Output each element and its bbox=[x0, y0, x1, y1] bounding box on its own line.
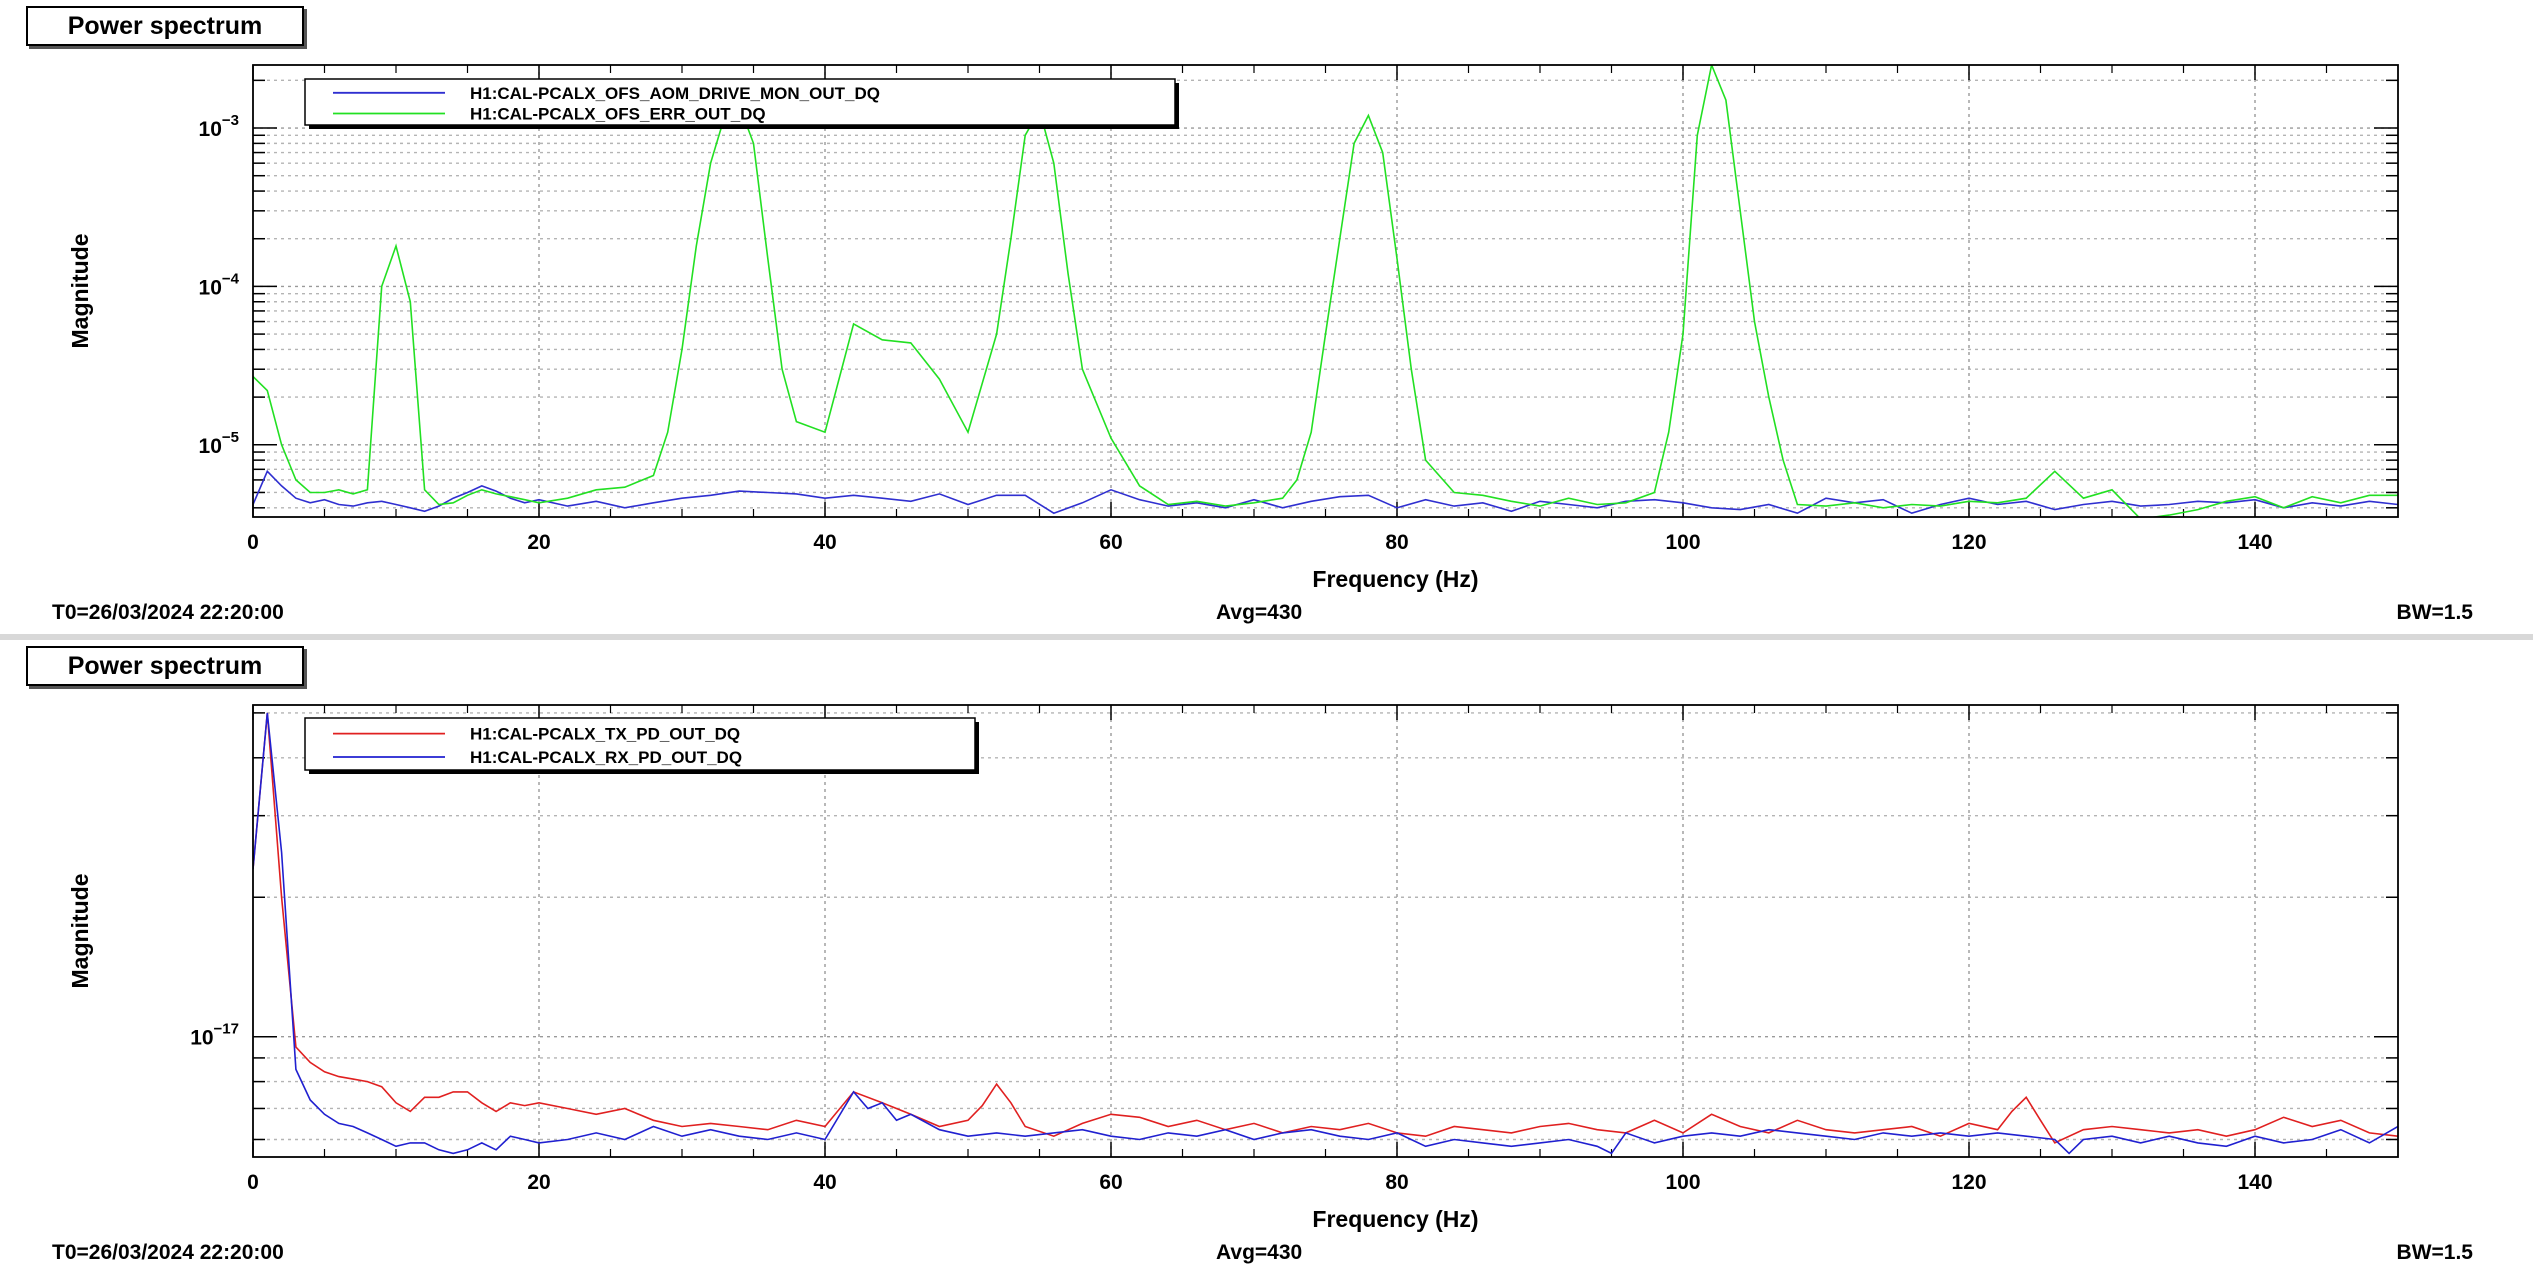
y-tick-label: 10−4 bbox=[199, 270, 240, 299]
x-tick-label: 20 bbox=[527, 531, 550, 554]
x-tick-label: 100 bbox=[1665, 1171, 1700, 1194]
x-axis-title: Frequency (Hz) bbox=[1312, 566, 1478, 592]
y-tick-label: 10−5 bbox=[199, 429, 239, 458]
x-axis-title: Frequency (Hz) bbox=[1312, 1206, 1478, 1232]
x-tick-label: 100 bbox=[1665, 531, 1700, 554]
y-tick-label: 10−17 bbox=[190, 1021, 239, 1050]
footer-bandwidth: BW=1.5 bbox=[2396, 601, 2473, 624]
x-tick-label: 20 bbox=[527, 1171, 550, 1194]
x-tick-label: 120 bbox=[1951, 1171, 1986, 1194]
legend-label-1: H1:CAL-PCALX_OFS_AOM_DRIVE_MON_OUT_DQ bbox=[470, 84, 880, 103]
footer-averages: Avg=430 bbox=[1216, 601, 1303, 624]
x-tick-label: 80 bbox=[1385, 1171, 1408, 1194]
x-tick-label: 40 bbox=[813, 531, 836, 554]
x-tick-label: 140 bbox=[2237, 1171, 2272, 1194]
x-tick-label: 60 bbox=[1099, 531, 1122, 554]
x-tick-label: 80 bbox=[1385, 531, 1408, 554]
y-axis-title: Magnitude bbox=[67, 874, 93, 989]
x-tick-label: 140 bbox=[2237, 531, 2272, 554]
power-spectrum-chart-top: 0 20 40 60 80 100 120 140 10−5 10−4 10−3 Frequency … bbox=[67, 64, 2399, 592]
series-line-2 bbox=[253, 712, 2398, 1155]
x-tick-label: 0 bbox=[247, 531, 259, 554]
legend-label-2: H1:CAL-PCALX_RX_PD_OUT_DQ bbox=[470, 748, 742, 767]
legend-label-2: H1:CAL-PCALX_OFS_ERR_OUT_DQ bbox=[470, 105, 766, 124]
x-tick-label: 0 bbox=[247, 1171, 259, 1194]
power-spectrum-chart-bottom: 0 20 40 60 80 100 120 140 10−17 Frequency (Hz) Mag… bbox=[67, 704, 2399, 1232]
y-tick-label: 10−3 bbox=[199, 112, 239, 141]
footer-averages: Avg=430 bbox=[1216, 1241, 1303, 1264]
x-tick-label: 60 bbox=[1099, 1171, 1122, 1194]
legend-label-1: H1:CAL-PCALX_TX_PD_OUT_DQ bbox=[470, 725, 740, 744]
footer-bandwidth: BW=1.5 bbox=[2396, 1241, 2473, 1264]
y-axis-title: Magnitude bbox=[67, 234, 93, 349]
x-tick-label: 40 bbox=[813, 1171, 836, 1194]
series-line-2 bbox=[253, 65, 2398, 517]
footer-start-time: T0=26/03/2024 22:20:00 bbox=[52, 1241, 284, 1264]
power-spectrum-panel-top: Power spectrum 0 20 40 60 80 100 120 140 10−5 10−… bbox=[0, 0, 2533, 634]
plot-frame bbox=[252, 64, 2399, 518]
footer-start-time: T0=26/03/2024 22:20:00 bbox=[52, 601, 284, 624]
x-tick-label: 120 bbox=[1951, 531, 1986, 554]
series-line-1 bbox=[253, 712, 2398, 1144]
power-spectrum-panel-bottom: Power spectrum 0 20 40 60 80 100 120 140 10−17 Fr… bbox=[0, 640, 2533, 1275]
